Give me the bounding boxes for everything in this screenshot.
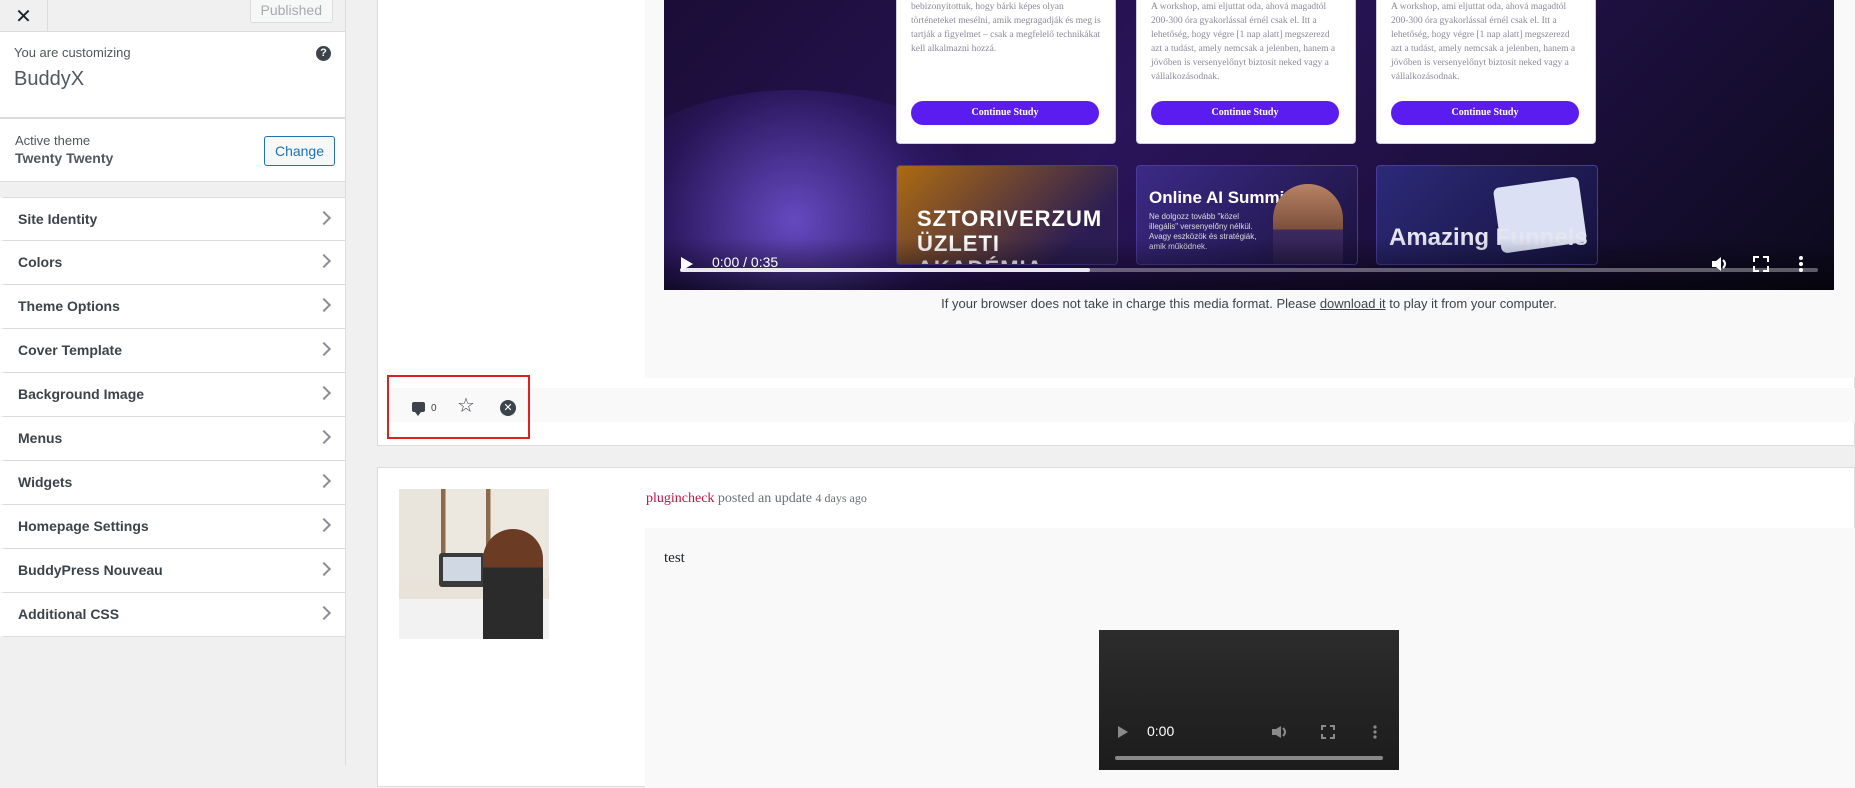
menu-item-label: Site Identity <box>18 211 98 227</box>
chevron-right-icon <box>316 605 332 621</box>
media-note-text: to play it from your computer. <box>1385 296 1557 311</box>
menu-item-label: BuddyPress Nouveau <box>18 562 163 578</box>
customizer-info: You are customizing BuddyX ? <box>0 32 345 118</box>
menu-item-label: Colors <box>18 254 63 270</box>
play-icon[interactable] <box>1117 725 1129 739</box>
study-card: bebizonyítottuk, hogy bárki képes olyan … <box>896 0 1116 144</box>
continue-study-button: Continue Study <box>1151 101 1339 125</box>
video-time: 0:00 <box>1147 723 1175 739</box>
close-customizer-button[interactable]: ✕ <box>0 0 48 32</box>
active-theme-label: Active theme <box>15 133 91 148</box>
menu-item-additional-css[interactable]: Additional CSS <box>0 593 345 637</box>
menu-item-background-image[interactable]: Background Image <box>0 373 345 417</box>
chevron-right-icon <box>316 253 332 269</box>
video-controls: 0:00 / 0:35 <box>664 238 1834 290</box>
activity-time-link[interactable]: 4 days ago <box>816 491 867 505</box>
activity-actions <box>387 388 1855 422</box>
menu-item-widgets[interactable]: Widgets <box>0 461 345 505</box>
menu-item-cover-template[interactable]: Cover Template <box>0 329 345 373</box>
activity-text: test <box>664 550 685 566</box>
chevron-right-icon <box>316 561 332 577</box>
help-icon[interactable]: ? <box>316 46 331 61</box>
chevron-right-icon <box>316 517 332 533</box>
video-buffered-bar <box>680 268 1090 272</box>
photo-laptop <box>439 553 485 587</box>
menu-item-homepage-settings[interactable]: Homepage Settings <box>0 505 345 549</box>
active-theme-panel: Active theme Twenty Twenty Change <box>0 118 345 182</box>
photo-person <box>483 529 543 639</box>
video-player[interactable]: 0:00 <box>1099 630 1399 770</box>
customizer-topbar: ✕ Published <box>0 0 345 32</box>
chevron-right-icon <box>316 385 332 401</box>
menu-item-label: Widgets <box>18 474 73 490</box>
continue-study-button: Continue Study <box>911 101 1099 125</box>
customizer-sidebar: ✕ Published You are customizing BuddyX ?… <box>0 0 346 766</box>
download-link[interactable]: download it <box>1320 296 1386 311</box>
menu-item-menus[interactable]: Menus <box>0 417 345 461</box>
comment-icon[interactable] <box>412 402 425 416</box>
customizer-menu: Site Identity Colors Theme Options Cover… <box>0 197 345 637</box>
study-card-text: bebizonyítottuk, hogy bárki képes olyan … <box>911 2 1101 54</box>
chevron-right-icon <box>316 429 332 445</box>
menu-item-label: Menus <box>18 430 63 446</box>
study-card: A workshop, ami eljuttat oda, ahová maga… <box>1376 0 1596 144</box>
menu-item-theme-options[interactable]: Theme Options <box>0 285 345 329</box>
menu-item-colors[interactable]: Colors <box>0 241 345 285</box>
volume-icon[interactable] <box>1271 725 1289 739</box>
menu-item-label: Homepage Settings <box>18 518 149 534</box>
menu-item-site-identity[interactable]: Site Identity <box>0 197 345 241</box>
media-fallback-note: If your browser does not take in charge … <box>664 296 1834 311</box>
favorite-star-icon[interactable]: ☆ <box>457 396 475 416</box>
menu-item-label: Additional CSS <box>18 606 120 622</box>
close-icon: ✕ <box>15 5 32 28</box>
activity-username-link[interactable]: plugincheck <box>646 491 714 506</box>
chevron-right-icon <box>316 473 332 489</box>
menu-item-label: Theme Options <box>18 298 120 314</box>
study-card: A workshop, ami eljuttat oda, ahová maga… <box>1136 0 1356 144</box>
activity-header: plugincheck posted an update 4 days ago <box>646 491 867 507</box>
more-options-icon[interactable] <box>1372 725 1378 739</box>
published-button[interactable]: Published <box>249 0 333 23</box>
chevron-right-icon <box>316 341 332 357</box>
promo-title: Online AI Summit <box>1149 188 1291 207</box>
video-player[interactable]: bebizonyítottuk, hogy bárki képes olyan … <box>664 0 1834 290</box>
menu-item-label: Cover Template <box>18 342 122 358</box>
activity-action-text: posted an update <box>714 491 816 506</box>
site-title: BuddyX <box>14 68 85 90</box>
video-progress-bar[interactable] <box>680 268 1818 272</box>
site-preview: bebizonyítottuk, hogy bárki képes olyan … <box>346 0 1855 788</box>
fullscreen-icon[interactable] <box>1321 725 1335 739</box>
delete-icon[interactable]: ✕ <box>500 400 516 416</box>
video-progress-bar[interactable] <box>1115 756 1383 760</box>
menu-item-label: Background Image <box>18 386 145 402</box>
continue-study-button: Continue Study <box>1391 101 1579 125</box>
study-card-text: A workshop, ami eljuttat oda, ahová maga… <box>1151 2 1336 82</box>
customizing-label: You are customizing <box>14 45 131 60</box>
study-card-text: A workshop, ami eljuttat oda, ahová maga… <box>1391 2 1576 82</box>
active-theme-name: Twenty Twenty <box>15 150 114 166</box>
change-theme-button[interactable]: Change <box>263 136 335 166</box>
menu-item-buddypress-nouveau[interactable]: BuddyPress Nouveau <box>0 549 345 593</box>
chevron-right-icon <box>316 297 332 313</box>
avatar[interactable] <box>399 489 549 639</box>
chevron-right-icon <box>316 210 332 226</box>
comment-count: 0 <box>431 403 437 414</box>
media-note-text: If your browser does not take in charge … <box>941 296 1320 311</box>
